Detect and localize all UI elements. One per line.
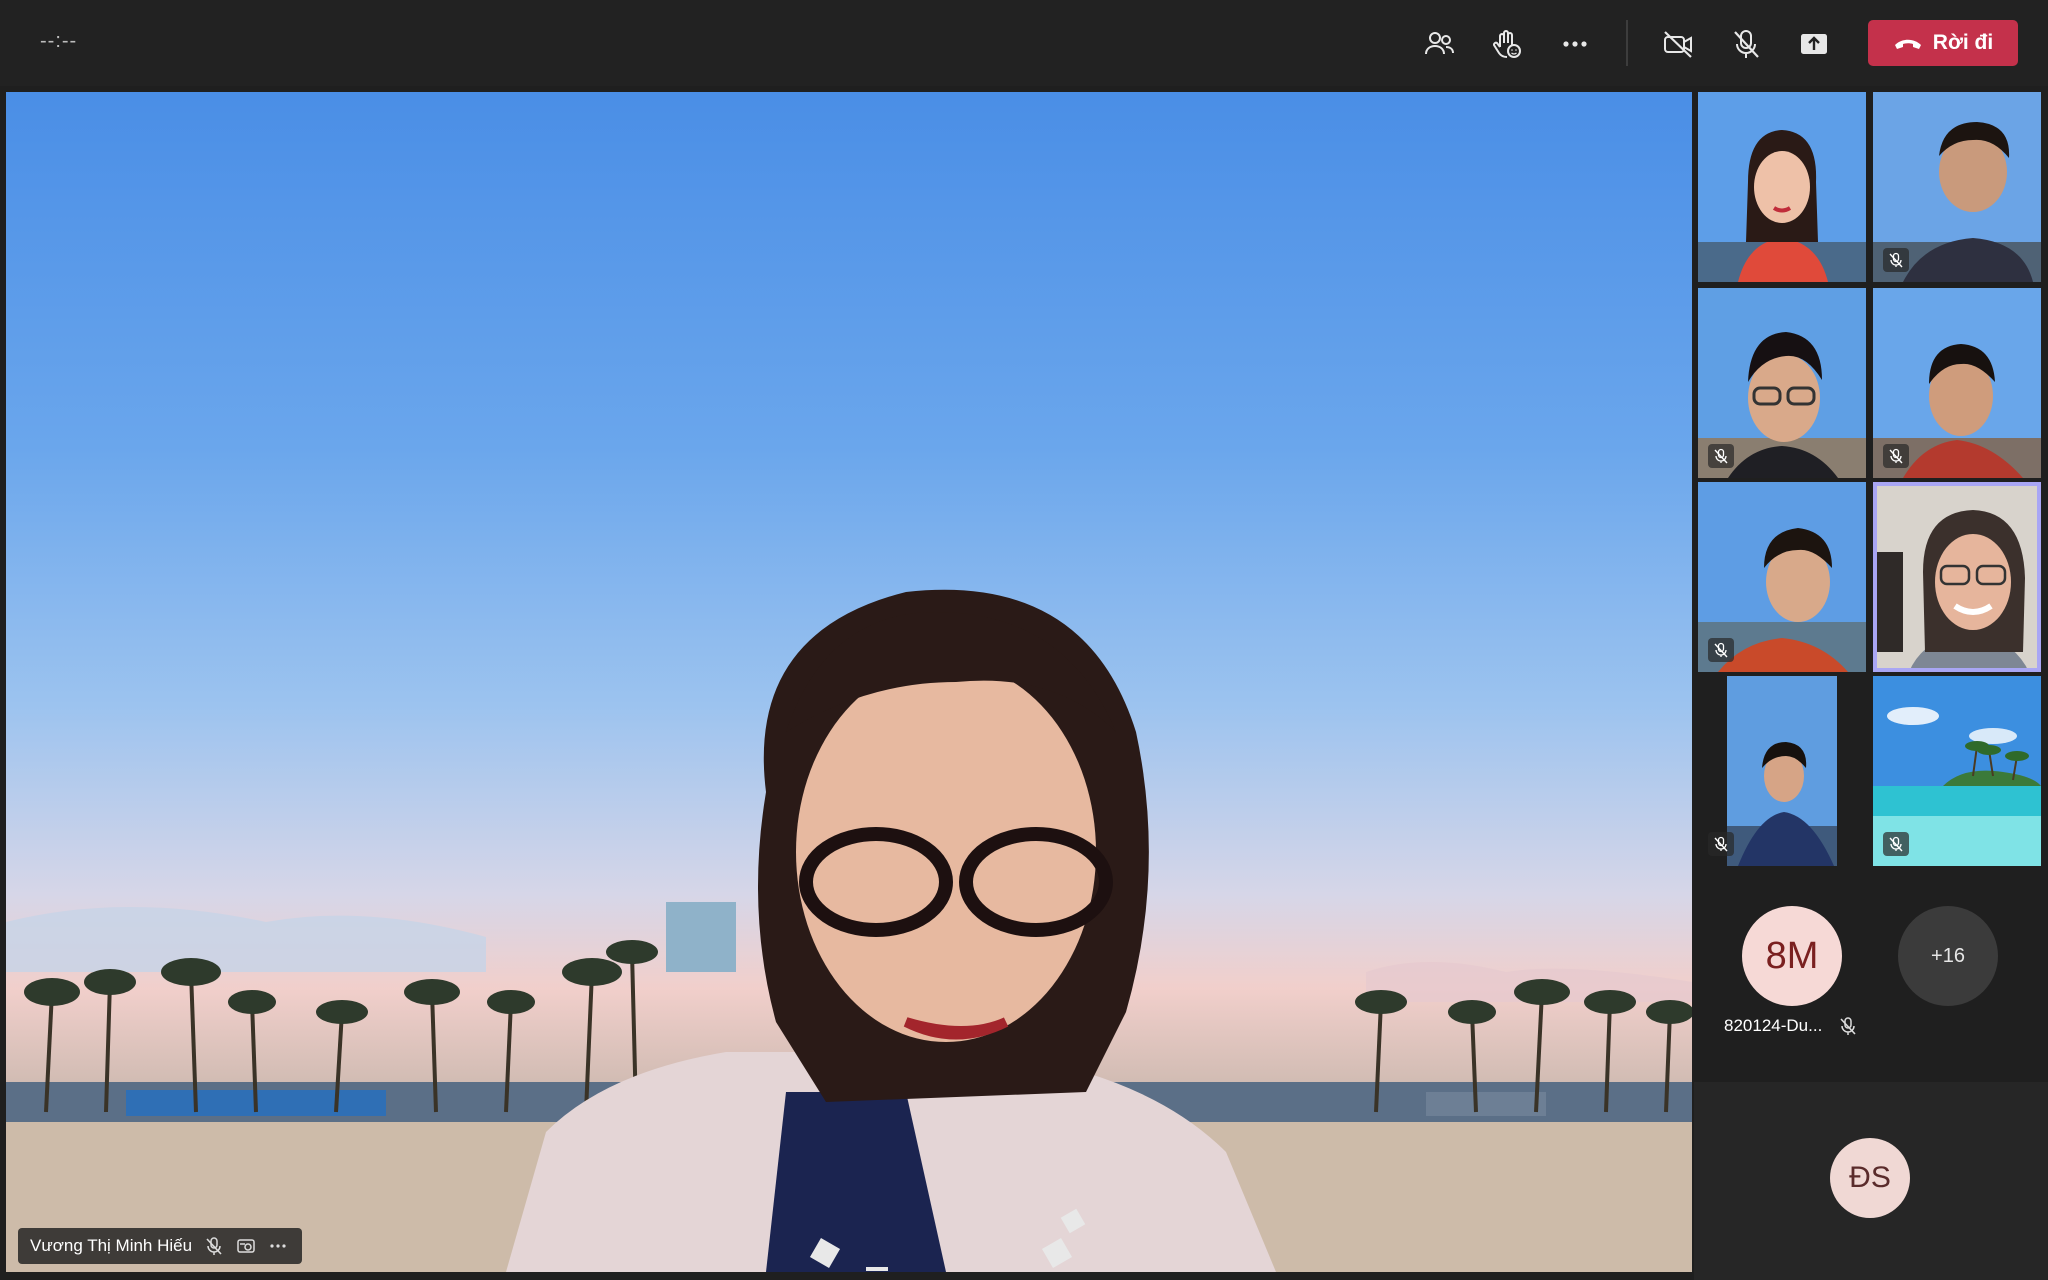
toolbar-divider [1626,20,1628,66]
mic-off-icon [206,1237,222,1255]
participant-name: 820124-Du... [1724,1016,1823,1035]
participant-tile[interactable] [1873,92,2041,282]
participant-tile[interactable] [1698,92,1866,282]
raise-hand-icon [1493,30,1521,58]
participant-tile[interactable] [1698,676,1866,866]
mic-off-icon [1889,448,1903,464]
muted-indicator [1883,248,1909,272]
mic-off-icon [1889,252,1903,268]
share-screen-button[interactable] [1790,20,1838,68]
people-icon [1425,32,1454,55]
muted-indicator [1708,444,1734,468]
self-avatar[interactable]: ĐS [1830,1138,1910,1218]
camera-off-icon [1664,31,1692,58]
meeting-toolbar: --:-- Rời đi [0,0,2048,86]
speaker-name-tag: Vương Thị Minh Hiếu [18,1228,303,1264]
phone-hangup-icon [1894,39,1921,49]
share-screen-icon [1801,34,1827,54]
leave-button[interactable]: Rời đi [1868,20,2018,66]
mic-off-icon [1840,1017,1856,1035]
more-participants-button[interactable]: +16 [1898,906,1998,1006]
mic-off-icon [1734,30,1759,58]
participant-tile-active-speaker[interactable] [1873,482,2041,672]
muted-indicator [1708,832,1734,856]
participant-tile[interactable] [1873,676,2041,866]
main-video-stage: Vương Thị Minh Hiếu [6,92,1692,1272]
react-button[interactable] [1483,20,1531,68]
more-options-button[interactable] [1551,20,1599,68]
camera-toggle-button[interactable] [1654,20,1702,68]
participant-video [1698,92,1866,282]
more-icon[interactable] [268,1236,288,1256]
participant-tile[interactable] [1698,288,1866,478]
participant-tile[interactable] [1698,482,1866,672]
people-button[interactable] [1415,20,1463,68]
more-options-icon [1563,41,1587,47]
background-effects-icon[interactable] [236,1236,256,1256]
mic-off-icon [1714,836,1728,852]
muted-indicator [1883,832,1909,856]
leave-label: Rời đi [1932,31,1994,54]
meeting-window: --:-- Rời đi Vương Thị Minh Hiếu 8M +16 … [0,0,2048,1280]
muted-indicator [1708,638,1734,662]
mic-toggle-button[interactable] [1722,20,1770,68]
speaker-video [6,589,1692,1272]
meeting-timer: --:-- [40,30,78,52]
muted-indicator [1883,444,1909,468]
participant-avatar[interactable]: 8M [1742,906,1842,1006]
mic-off-icon [1714,448,1728,464]
participant-tile[interactable] [1873,288,2041,478]
speaker-name: Vương Thị Minh Hiếu [30,1236,193,1255]
mic-off-icon [1889,836,1903,852]
participant-video [1873,482,2041,672]
mic-off-icon [1714,642,1728,658]
